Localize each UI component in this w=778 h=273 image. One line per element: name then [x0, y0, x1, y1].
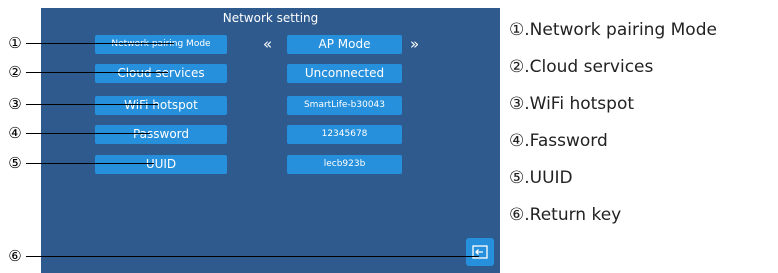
callout-1-leader	[26, 43, 174, 44]
next-mode-arrow[interactable]: »	[410, 37, 419, 52]
password-value: 12345678	[287, 125, 402, 144]
callout-5-leader	[26, 163, 154, 164]
legend-item-2: ②.Cloud services	[509, 57, 654, 77]
cloud-services-value: Unconnected	[287, 64, 402, 83]
cloud-services-button[interactable]: Cloud services	[95, 64, 227, 83]
callout-6: ⑥	[8, 247, 22, 265]
callout-4-leader	[26, 133, 150, 134]
return-button[interactable]	[466, 238, 494, 266]
network-pairing-mode-button[interactable]: Network pairing Mode	[95, 35, 227, 54]
callout-4: ④	[8, 124, 22, 142]
legend-item-5: ⑤.UUID	[509, 168, 573, 188]
legend-item-6: ⑥.Return key	[509, 205, 622, 225]
legend-item-3: ③.WiFi hotspot	[509, 94, 635, 114]
wifi-hotspot-button[interactable]: WiFi hotspot	[95, 96, 227, 115]
callout-2: ②	[8, 63, 22, 81]
network-mode-value[interactable]: AP Mode	[287, 35, 402, 54]
callout-6-leader	[26, 256, 479, 257]
callout-2-leader	[26, 72, 168, 73]
callout-3-leader	[26, 104, 158, 105]
uuid-value: lecb923b	[287, 155, 402, 174]
legend: ①.Network pairing Mode ②.Cloud services …	[509, 12, 717, 234]
password-button[interactable]: Password	[95, 125, 227, 144]
callout-1: ①	[8, 34, 22, 52]
uuid-button[interactable]: UUID	[95, 155, 227, 174]
prev-mode-arrow[interactable]: «	[263, 37, 272, 52]
network-setting-screen: Network setting Network pairing Mode « A…	[41, 8, 500, 273]
legend-item-4: ④.Fassword	[509, 131, 608, 151]
callout-5: ⑤	[8, 154, 22, 172]
callout-3: ③	[8, 95, 22, 113]
legend-item-1: ①.Network pairing Mode	[509, 20, 717, 40]
wifi-hotspot-value: SmartLife-b30043	[287, 96, 402, 115]
screen-title: Network setting	[222, 11, 319, 25]
